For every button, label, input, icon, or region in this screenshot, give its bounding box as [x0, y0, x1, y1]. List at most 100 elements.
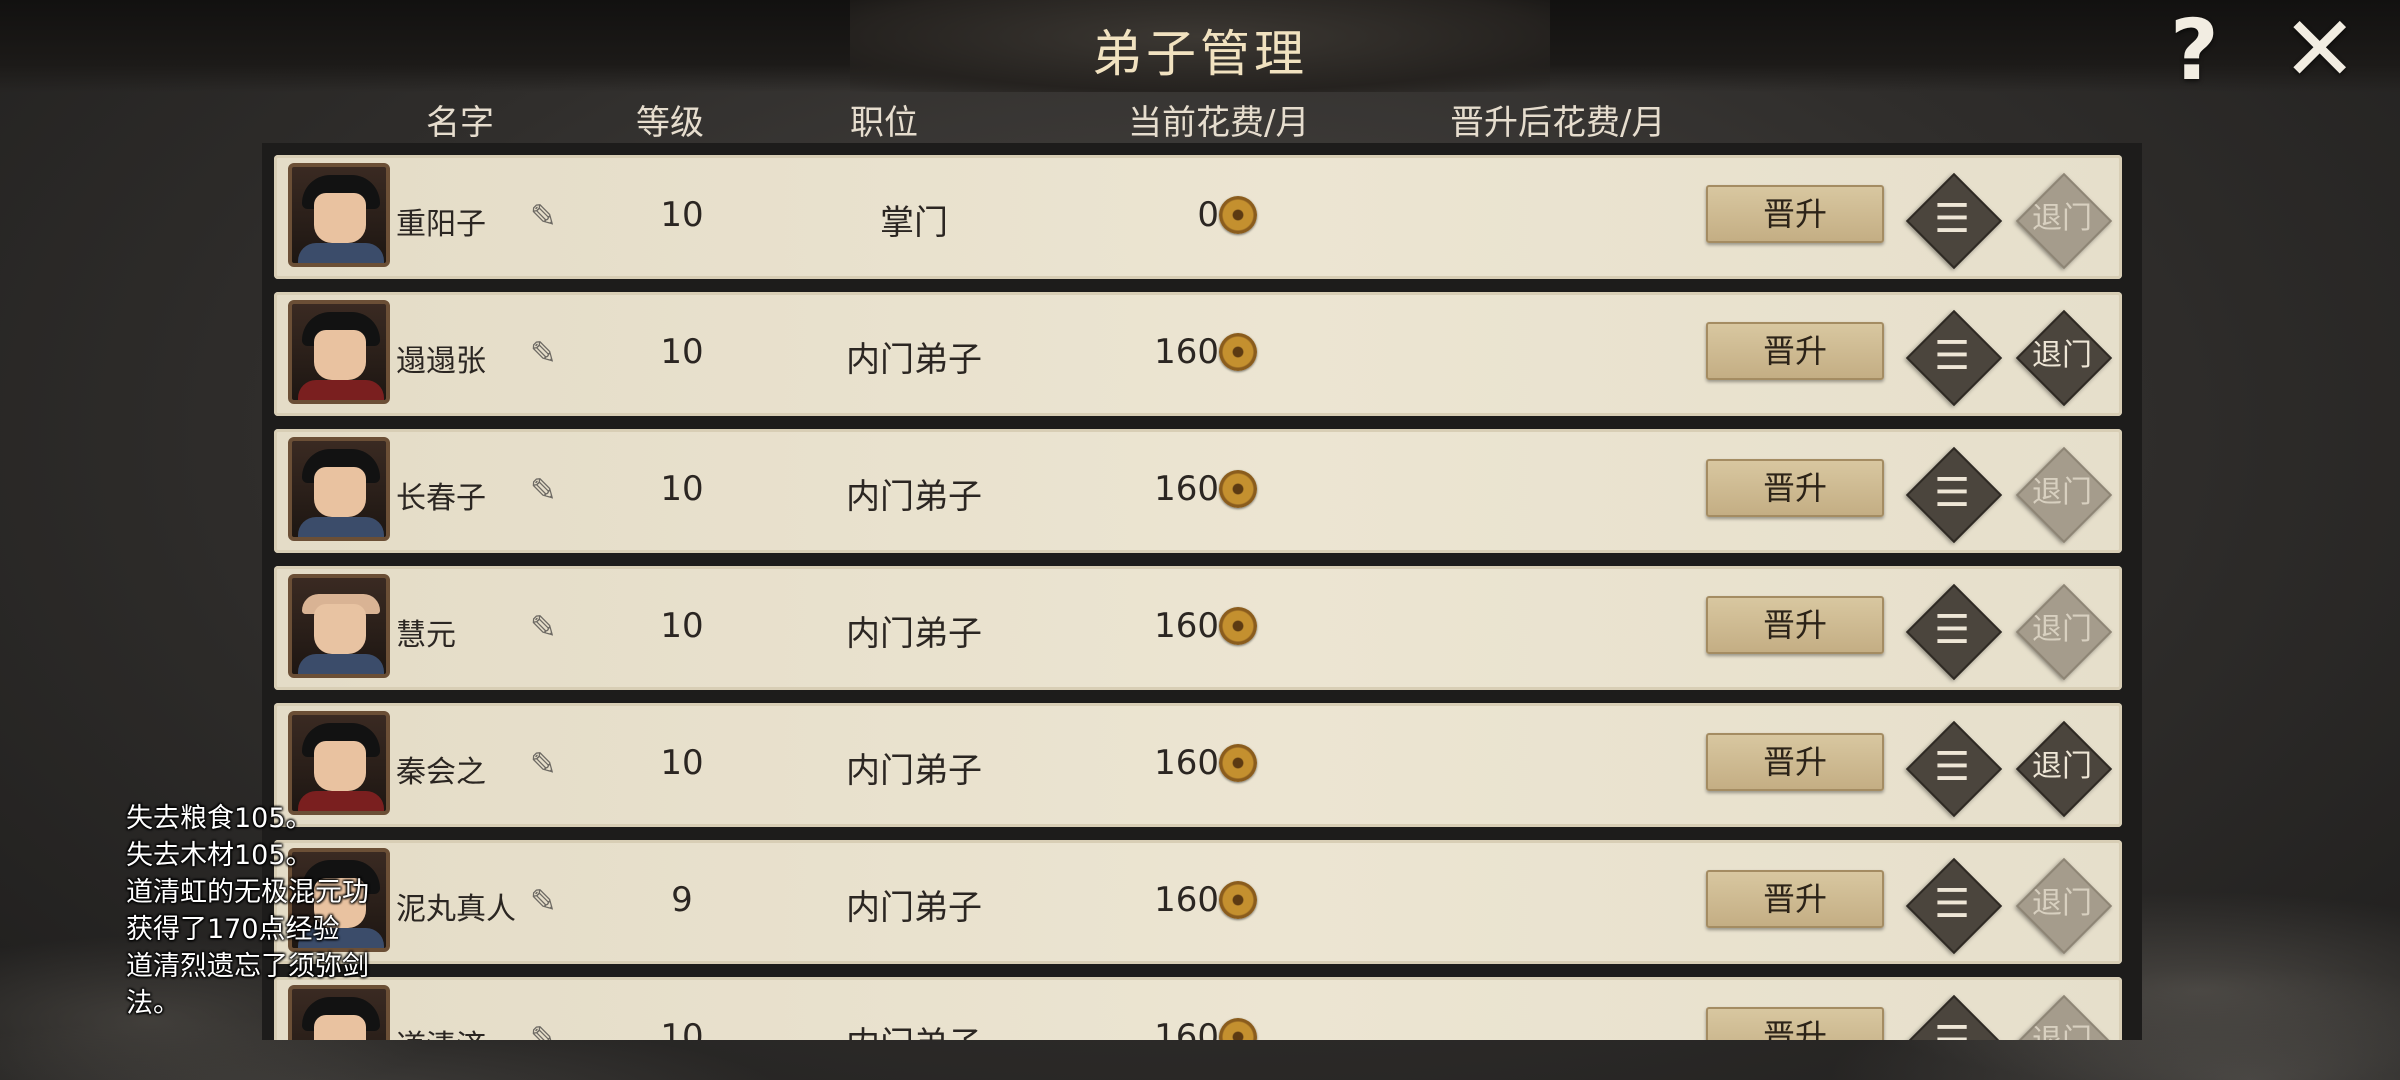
leave-button-label: 退门 [2032, 475, 2092, 510]
leave-button-label: 退门 [2032, 338, 2092, 373]
disciple-avatar[interactable] [288, 437, 390, 541]
coin-icon [1219, 1018, 1257, 1040]
coin-icon [1219, 470, 1257, 508]
promote-button[interactable]: 晋升 [1706, 185, 1884, 243]
current-cost-value: 160 [1154, 469, 1219, 509]
list-icon: ☰ [1934, 470, 1970, 516]
promote-button[interactable]: 晋升 [1706, 733, 1884, 791]
log-line: 失去粮食105。 [126, 803, 313, 834]
disciple-position: 内门弟子 [846, 751, 982, 791]
avatar-robe [298, 654, 384, 674]
leave-sect-button[interactable]: 退门 [2014, 993, 2113, 1040]
edit-name-icon[interactable]: ✎ [530, 610, 564, 644]
disciple-position: 内门弟子 [774, 1017, 1054, 1040]
table-row: 长春子 ✎ 10 内门弟子 160 晋升 ☰ 退门 [274, 429, 2122, 553]
details-menu-button[interactable]: ☰ [1904, 445, 2003, 544]
details-menu-button[interactable]: ☰ [1904, 582, 2003, 681]
leave-sect-button[interactable]: 退门 [2014, 856, 2113, 955]
edit-name-icon[interactable]: ✎ [530, 1021, 564, 1040]
log-line: 法。 [126, 988, 180, 1019]
table-row: 道清济 ✎ 10 内门弟子 160 晋升 ☰ 退门 [274, 977, 2122, 1040]
leave-button-label: 退门 [2032, 749, 2092, 784]
list-icon: ☰ [1934, 881, 1970, 927]
promote-button[interactable]: 晋升 [1706, 322, 1884, 380]
promote-button[interactable]: 晋升 [1706, 596, 1884, 654]
current-cost-value: 0 [1197, 195, 1219, 235]
current-cost-value: 160 [1154, 332, 1219, 372]
avatar-face [314, 330, 366, 380]
close-icon[interactable]: ✕ [2282, 5, 2357, 95]
page-title: 弟子管理 [1092, 25, 1308, 83]
header-level: 等级 [636, 103, 704, 143]
leave-button-label: 退门 [2014, 993, 2110, 1040]
list-icon: ☰ [1934, 333, 1970, 379]
list-icon: ☰ [1934, 196, 1970, 242]
header-name: 名字 [426, 103, 494, 143]
log-line: 道清烈遗忘了须弥剑 [126, 951, 369, 982]
avatar-face [314, 193, 366, 243]
leave-sect-button[interactable]: 退门 [2014, 582, 2113, 681]
disciple-level: 10 [660, 332, 704, 372]
disciple-position: 内门弟子 [846, 614, 982, 654]
leave-sect-button[interactable]: 退门 [2014, 171, 2113, 270]
table-row: 秦会之 ✎ 10 内门弟子 160 晋升 ☰ 退门 [274, 703, 2122, 827]
current-cost-value: 160 [1154, 606, 1219, 646]
disciple-position: 内门弟子 [846, 888, 982, 928]
table-row: 遢遢张 ✎ 10 内门弟子 160 晋升 ☰ 退门 [274, 292, 2122, 416]
details-menu-button[interactable]: ☰ [1904, 719, 2003, 818]
disciple-name: 道清济 [396, 1021, 486, 1040]
disciple-name: 长春子 [396, 481, 486, 516]
header-position: 职位 [850, 103, 918, 143]
edit-name-icon[interactable]: ✎ [530, 884, 564, 918]
details-menu-button[interactable]: ☰ [1904, 171, 2003, 270]
disciple-level: 10 [660, 195, 704, 235]
list-icon: ☰ [1934, 744, 1970, 790]
disciple-level: 10 [660, 606, 704, 646]
coin-icon [1219, 881, 1257, 919]
leave-sect-button[interactable]: 退门 [2014, 445, 2113, 544]
log-line: 道清虹的无极混元功 [126, 877, 369, 908]
edit-name-icon[interactable]: ✎ [530, 747, 564, 781]
details-menu-button[interactable]: ☰ [1904, 856, 2003, 955]
disciple-avatar[interactable] [288, 163, 390, 267]
disciple-level: 10 [660, 743, 704, 783]
promote-button[interactable]: 晋升 [1706, 459, 1884, 517]
table-row: 慧元 ✎ 10 内门弟子 160 晋升 ☰ 退门 [274, 566, 2122, 690]
avatar-robe [298, 380, 384, 400]
disciple-position: 内门弟子 [846, 477, 982, 517]
list-icon: ☰ [1904, 993, 2000, 1040]
leave-sect-button[interactable]: 退门 [2014, 308, 2113, 407]
disciple-level: 10 [660, 469, 704, 509]
disciple-avatar[interactable] [288, 574, 390, 678]
disciple-table[interactable]: 重阳子 ✎ 10 掌门 0 晋升 ☰ 退门 遢遢张 ✎ 10 内门弟子 160 … [262, 143, 2142, 1040]
disciple-name: 重阳子 [396, 207, 486, 242]
leave-button-label: 退门 [2032, 201, 2092, 236]
disciple-position: 掌门 [880, 203, 948, 243]
table-row: 重阳子 ✎ 10 掌门 0 晋升 ☰ 退门 [274, 155, 2122, 279]
edit-name-icon[interactable]: ✎ [530, 199, 564, 233]
help-icon[interactable]: ? [2170, 8, 2219, 92]
disciple-name: 慧元 [396, 618, 456, 653]
details-menu-button[interactable]: ☰ [1904, 993, 2003, 1040]
avatar-face [314, 467, 366, 517]
avatar-robe [298, 517, 384, 537]
promote-button[interactable]: 晋升 [1706, 1007, 1884, 1040]
promote-button[interactable]: 晋升 [1706, 870, 1884, 928]
disciple-name: 秦会之 [396, 755, 486, 790]
header-current-cost: 当前花费/月 [1128, 103, 1310, 143]
edit-name-icon[interactable]: ✎ [530, 473, 564, 507]
header-promoted-cost: 晋升后花费/月 [1450, 103, 1666, 143]
disciple-avatar[interactable] [288, 300, 390, 404]
coin-icon [1219, 607, 1257, 645]
list-icon: ☰ [1934, 607, 1970, 653]
disciple-level: 9 [671, 880, 693, 920]
leave-sect-button[interactable]: 退门 [2014, 719, 2113, 818]
disciple-position: 内门弟子 [846, 340, 982, 380]
details-menu-button[interactable]: ☰ [1904, 308, 2003, 407]
coin-icon [1219, 196, 1257, 234]
current-cost-value: 160 [1154, 880, 1219, 920]
avatar-face [314, 741, 366, 791]
disciple-level: 10 [660, 1017, 704, 1040]
edit-name-icon[interactable]: ✎ [530, 336, 564, 370]
table-row: 泥丸真人 ✎ 9 内门弟子 160 晋升 ☰ 退门 [274, 840, 2122, 964]
